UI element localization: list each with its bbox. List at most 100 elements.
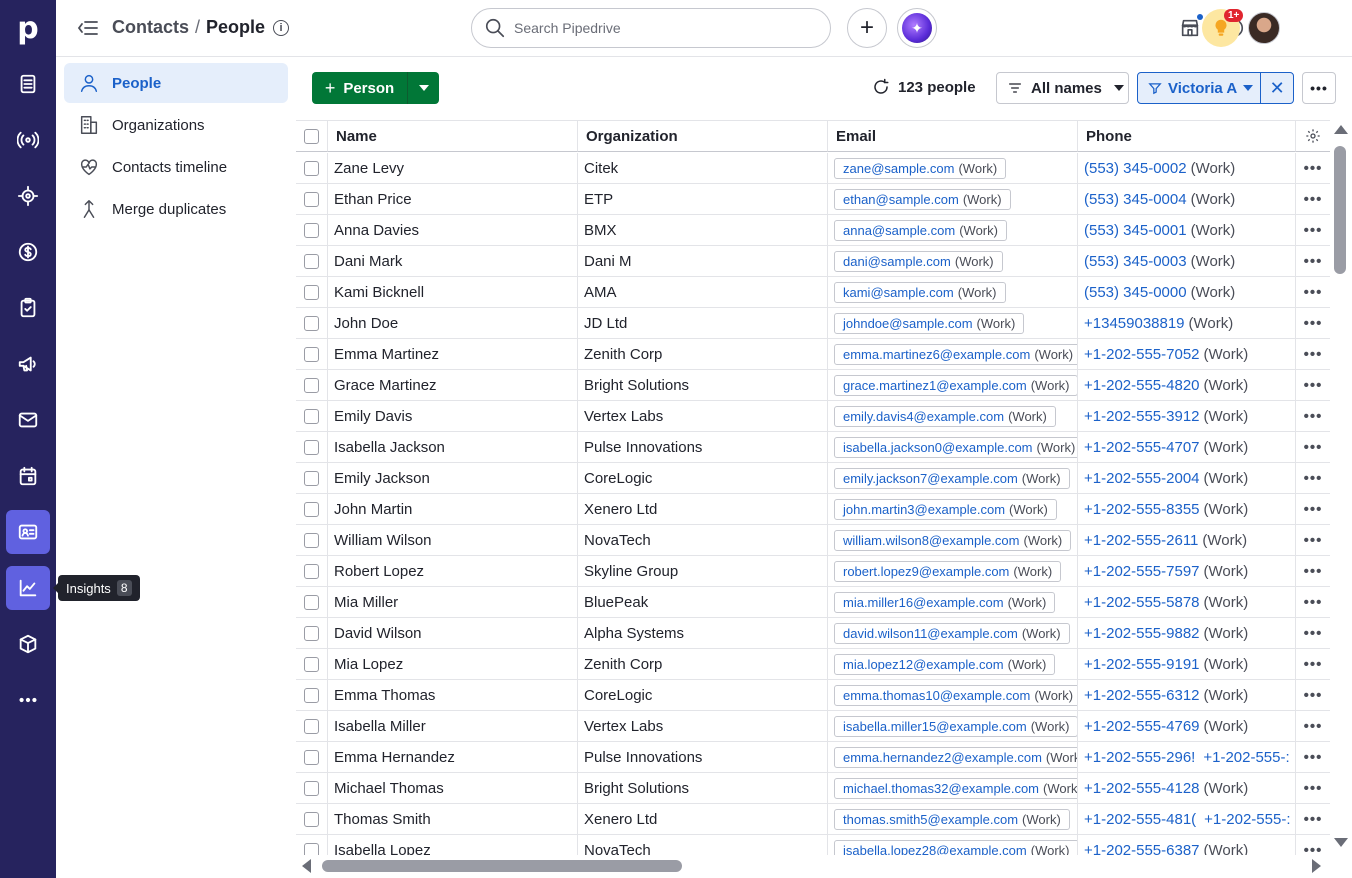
table-row[interactable]: Anna Davies BMX anna@sample.com (Work) (553)… xyxy=(296,215,1330,246)
email-address[interactable]: johndoe@sample.com xyxy=(843,316,973,331)
scroll-down-arrow[interactable] xyxy=(1334,838,1348,847)
organization-name[interactable]: BMX xyxy=(578,215,828,246)
email-address[interactable]: emma.martinez6@example.com xyxy=(843,347,1030,362)
email-address[interactable]: emily.jackson7@example.com xyxy=(843,471,1018,486)
column-header-email[interactable]: Email xyxy=(828,121,1078,152)
row-actions-icon[interactable]: ••• xyxy=(1296,463,1330,494)
person-name[interactable]: Isabella Jackson xyxy=(328,432,578,463)
email-chip[interactable]: zane@sample.com (Work) xyxy=(834,158,1007,179)
person-name[interactable]: John Doe xyxy=(328,308,578,339)
person-name[interactable]: Emma Martinez xyxy=(328,339,578,370)
row-actions-icon[interactable]: ••• xyxy=(1296,308,1330,339)
table-row[interactable]: Robert Lopez Skyline Group robert.lopez9@e… xyxy=(296,556,1330,587)
vertical-scroll-thumb[interactable] xyxy=(1334,146,1346,274)
email-chip[interactable]: robert.lopez9@example.com (Work) xyxy=(834,561,1062,582)
table-row[interactable]: Kami Bicknell AMA kami@sample.com (Work) (55… xyxy=(296,277,1330,308)
organization-name[interactable]: CoreLogic xyxy=(578,463,828,494)
person-name[interactable]: Ethan Price xyxy=(328,184,578,215)
info-icon[interactable]: i xyxy=(273,19,290,36)
organization-name[interactable]: Pulse Innovations xyxy=(578,432,828,463)
table-row[interactable]: Emily Davis Vertex Labs emily.davis4@examp… xyxy=(296,401,1330,432)
row-checkbox[interactable] xyxy=(304,781,319,796)
email-chip[interactable]: emma.martinez6@example.com (Work) xyxy=(834,344,1077,365)
row-checkbox[interactable] xyxy=(304,595,319,610)
phone-number[interactable]: +1-202-555-6387 xyxy=(1084,842,1200,855)
person-name[interactable]: John Martin xyxy=(328,494,578,525)
organization-name[interactable]: ETP xyxy=(578,184,828,215)
row-checkbox[interactable] xyxy=(304,564,319,579)
phone-number[interactable]: (553) 345-0004 xyxy=(1084,191,1187,208)
phone-number[interactable]: +1-202-555-5878 xyxy=(1084,594,1200,611)
organization-name[interactable]: Vertex Labs xyxy=(578,401,828,432)
row-actions-icon[interactable]: ••• xyxy=(1296,835,1330,855)
select-all-checkbox[interactable] xyxy=(304,128,319,144)
row-actions-icon[interactable]: ••• xyxy=(1296,339,1330,370)
leads-icon[interactable] xyxy=(6,118,50,162)
table-row[interactable]: Emma Martinez Zenith Corp emma.martinez6@e… xyxy=(296,339,1330,370)
row-actions-icon[interactable]: ••• xyxy=(1296,773,1330,804)
table-row[interactable]: Emma Hernandez Pulse Innovations emma.hern… xyxy=(296,742,1330,773)
email-chip[interactable]: john.martin3@example.com (Work) xyxy=(834,499,1057,520)
row-actions-icon[interactable]: ••• xyxy=(1296,494,1330,525)
phone-number[interactable]: +1-202-555-4707 xyxy=(1084,439,1200,456)
contacts-icon[interactable] xyxy=(6,510,50,554)
calendar-icon[interactable] xyxy=(6,454,50,498)
person-name[interactable]: Thomas Smith xyxy=(328,804,578,835)
row-checkbox[interactable] xyxy=(304,688,319,703)
phone-number[interactable]: +1-202-555-481( xyxy=(1084,811,1196,828)
phone-number[interactable]: +1-202-555-2611 xyxy=(1084,532,1198,549)
organization-name[interactable]: BluePeak xyxy=(578,587,828,618)
email-address[interactable]: anna@sample.com xyxy=(843,223,955,238)
table-row[interactable]: Thomas Smith Xenero Ltd thomas.smith5@exam… xyxy=(296,804,1330,835)
email-chip[interactable]: william.wilson8@example.com (Work) xyxy=(834,530,1072,551)
table-row[interactable]: Isabella Jackson Pulse Innovations isabell… xyxy=(296,432,1330,463)
email-chip[interactable]: mia.miller16@example.com (Work) xyxy=(834,592,1056,613)
row-actions-icon[interactable]: ••• xyxy=(1296,804,1330,835)
row-actions-icon[interactable]: ••• xyxy=(1296,711,1330,742)
email-address[interactable]: isabella.lopez28@example.com xyxy=(843,843,1027,855)
sidenav-item-organizations[interactable]: Organizations xyxy=(64,105,288,145)
scroll-up-arrow[interactable] xyxy=(1334,125,1348,134)
email-address[interactable]: emma.thomas10@example.com xyxy=(843,688,1030,703)
row-actions-icon[interactable]: ••• xyxy=(1296,649,1330,680)
email-chip[interactable]: emma.hernandez2@example.com (Work xyxy=(834,747,1077,768)
person-name[interactable]: Zane Levy xyxy=(328,153,578,184)
table-row[interactable]: John Martin Xenero Ltd john.martin3@exampl… xyxy=(296,494,1330,525)
table-row[interactable]: David Wilson Alpha Systems david.wilson11@… xyxy=(296,618,1330,649)
phone-number[interactable]: +13459038819 xyxy=(1084,315,1185,332)
name-filter-dropdown[interactable]: All names xyxy=(996,72,1129,104)
scroll-left-arrow[interactable] xyxy=(302,859,311,873)
sidenav-item-contacts-timeline[interactable]: Contacts timeline xyxy=(64,147,288,187)
row-actions-icon[interactable]: ••• xyxy=(1296,401,1330,432)
email-chip[interactable]: isabella.miller15@example.com (Work) xyxy=(834,716,1077,737)
table-row[interactable]: Emily Jackson CoreLogic emily.jackson7@exa… xyxy=(296,463,1330,494)
user-avatar[interactable] xyxy=(1248,12,1280,44)
email-address[interactable]: mia.miller16@example.com xyxy=(843,595,1004,610)
email-chip[interactable]: emma.thomas10@example.com (Work) xyxy=(834,685,1077,706)
email-address[interactable]: emily.davis4@example.com xyxy=(843,409,1004,424)
email-address[interactable]: emma.hernandez2@example.com xyxy=(843,750,1042,765)
phone-number[interactable]: +1-202-555-7052 xyxy=(1084,346,1200,363)
organization-name[interactable]: Zenith Corp xyxy=(578,649,828,680)
table-row[interactable]: Dani Mark Dani Mdani@sample.com (Work) (553… xyxy=(296,246,1330,277)
email-chip[interactable]: emily.davis4@example.com (Work) xyxy=(834,406,1056,427)
sidenav-item-merge-duplicates[interactable]: Merge duplicates xyxy=(64,189,288,229)
marketplace-icon[interactable] xyxy=(1176,14,1204,42)
phone-number[interactable]: (553) 345-0000 xyxy=(1084,284,1187,301)
table-row[interactable]: Zane Levy Citek zane@sample.com (Work) (553)… xyxy=(296,153,1330,184)
person-name[interactable]: Michael Thomas xyxy=(328,773,578,804)
organization-name[interactable]: Citek xyxy=(578,153,828,184)
row-checkbox[interactable] xyxy=(304,843,319,855)
person-name[interactable]: Emily Jackson xyxy=(328,463,578,494)
phone-number[interactable]: +1-202-555-9882 xyxy=(1084,625,1200,642)
organization-name[interactable]: Bright Solutions xyxy=(578,773,828,804)
column-header-name[interactable]: Name xyxy=(328,121,578,152)
person-name[interactable]: Dani Mark xyxy=(328,246,578,277)
person-name[interactable]: Grace Martinez xyxy=(328,370,578,401)
row-actions-icon[interactable]: ••• xyxy=(1296,246,1330,277)
row-actions-icon[interactable]: ••• xyxy=(1296,618,1330,649)
organization-name[interactable]: AMA xyxy=(578,277,828,308)
organization-name[interactable]: Dani M xyxy=(578,246,828,277)
person-name[interactable]: Emma Hernandez xyxy=(328,742,578,773)
more-options-button[interactable]: ••• xyxy=(1302,72,1336,104)
